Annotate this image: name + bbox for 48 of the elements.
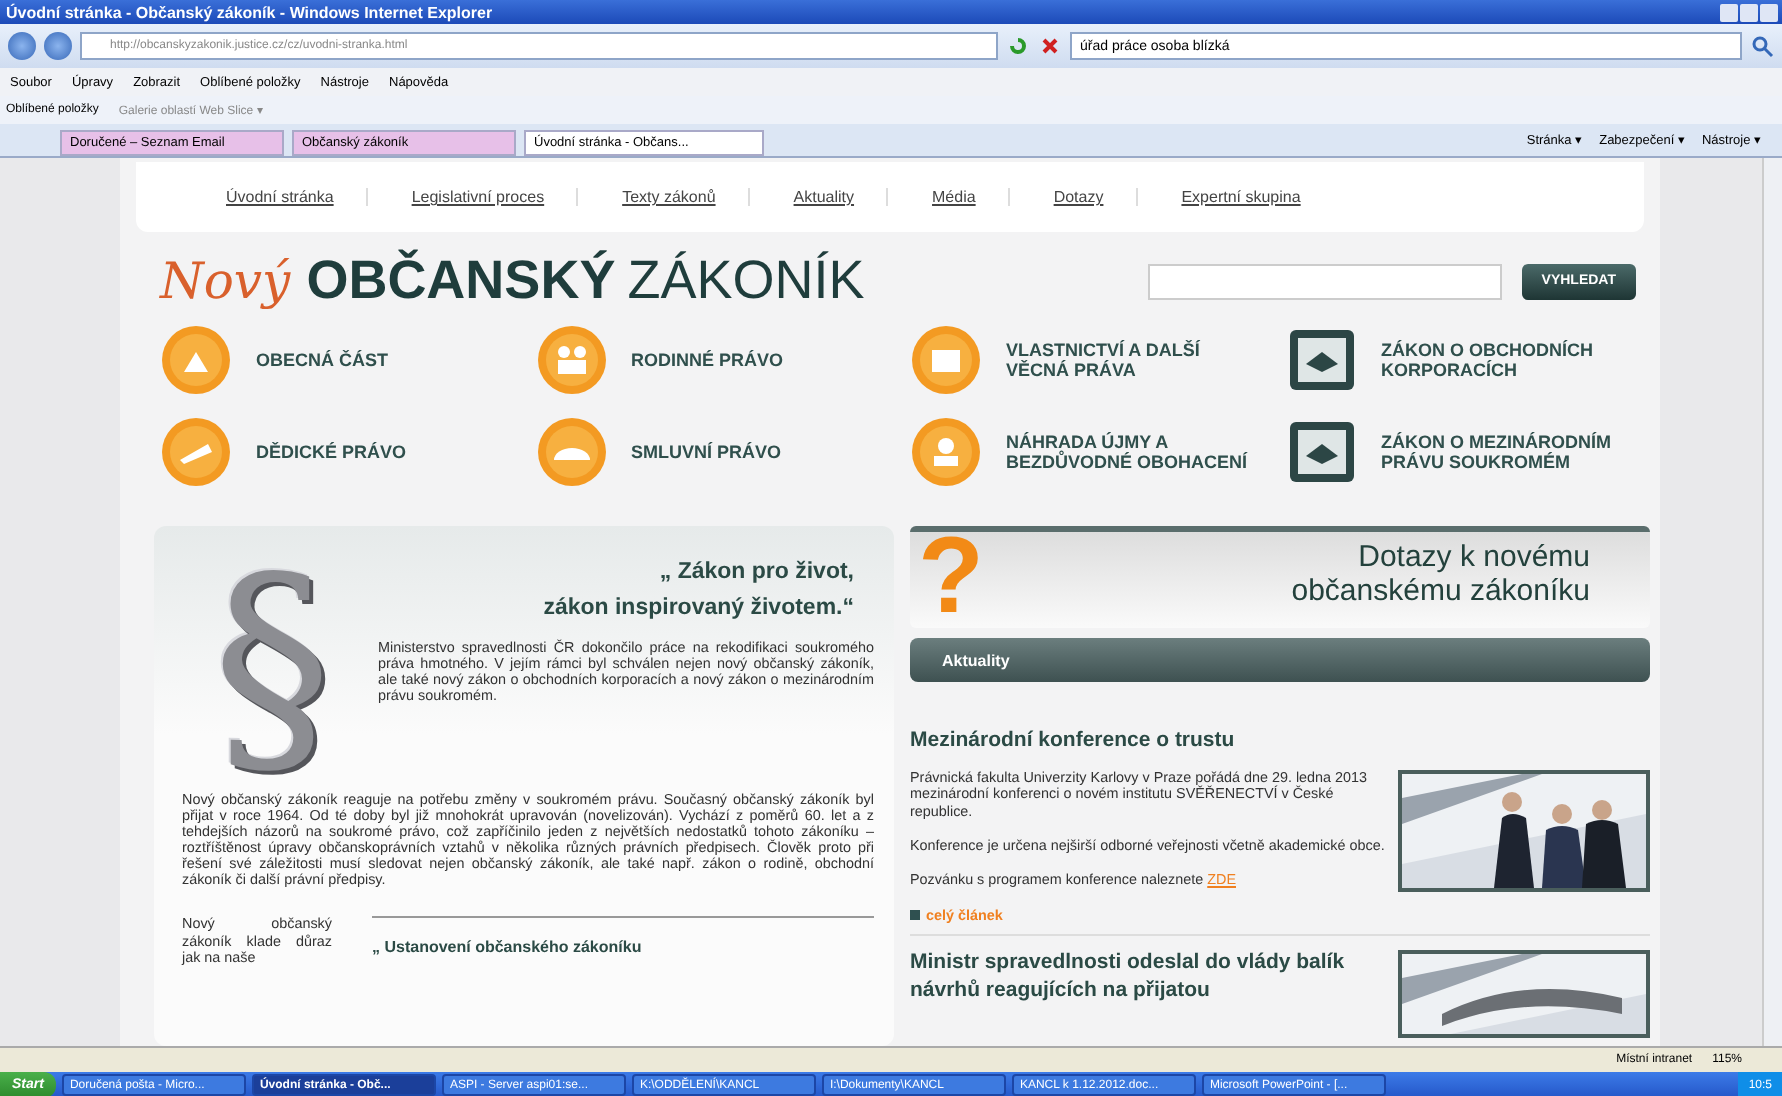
category-link[interactable]: ZÁKON O OBCHODNÍCH KORPORACÍCH bbox=[1381, 339, 1631, 381]
article-title[interactable]: Mezinárodní konference o trustu bbox=[910, 728, 1650, 752]
category-link[interactable]: RODINNÉ PRÁVO bbox=[631, 349, 881, 371]
category-icon[interactable] bbox=[160, 416, 232, 488]
nav-link[interactable]: Dotazy bbox=[1007, 188, 1136, 207]
subheading: „ Ustanovení občanského zákoníku bbox=[372, 916, 874, 967]
quote-line: zákon inspirovaný životem.“ bbox=[541, 594, 854, 625]
close-icon[interactable] bbox=[1038, 34, 1062, 58]
category-icon[interactable] bbox=[910, 324, 982, 396]
category-link[interactable]: SMLUVNÍ PRÁVO bbox=[631, 441, 881, 463]
section-header: Aktuality bbox=[910, 638, 1650, 682]
refresh-icon[interactable] bbox=[1006, 34, 1030, 58]
nav-link[interactable]: Média bbox=[886, 188, 1008, 207]
category-icon[interactable] bbox=[910, 416, 982, 488]
bullet-icon bbox=[910, 910, 920, 921]
nav-link[interactable]: Expertní skupina bbox=[1135, 188, 1333, 207]
nav-link[interactable]: Legislativní proces bbox=[365, 188, 577, 207]
back-button[interactable] bbox=[8, 32, 36, 60]
logo-bold-text: OBČANSKÝ bbox=[306, 250, 616, 313]
nav-link[interactable]: Texty zákonů bbox=[576, 188, 748, 207]
close-button[interactable] bbox=[1760, 3, 1778, 21]
category-square-icon[interactable] bbox=[1285, 324, 1357, 396]
quote-line: „ Zákon pro život, bbox=[657, 558, 854, 588]
category-icon[interactable] bbox=[160, 324, 232, 396]
question-mark: ? bbox=[918, 532, 986, 620]
category-link[interactable]: OBECNÁ ČÁST bbox=[256, 349, 506, 371]
paragraph-emblem: § bbox=[212, 542, 332, 792]
banner-title: Dotazy k novému občanskému zákoníku bbox=[1289, 540, 1590, 609]
article-title[interactable]: Ministr spravedlnosti odeslal do vlády balík návrhů reagujících na přijatou bbox=[910, 950, 1390, 1039]
search-icon[interactable] bbox=[1750, 34, 1774, 58]
search-field[interactable] bbox=[1147, 263, 1502, 300]
minimize-button[interactable] bbox=[1720, 3, 1738, 21]
forward-button[interactable] bbox=[44, 32, 72, 60]
window-title: Úvodní stránka - Občanský zákoník - Windows Internet Explorer bbox=[6, 3, 493, 21]
category-icon[interactable] bbox=[535, 324, 607, 396]
logo-light-text: ZÁKONÍK bbox=[627, 250, 865, 313]
category-link[interactable]: DĚDICKÉ PRÁVO bbox=[256, 441, 506, 463]
nav-link[interactable]: Aktuality bbox=[747, 188, 887, 207]
category-icon[interactable] bbox=[535, 416, 607, 488]
scrollbar[interactable] bbox=[1762, 158, 1782, 1046]
category-link[interactable]: ZÁKON O MEZINÁRODNÍM PRÁVU SOUKROMÉM bbox=[1381, 431, 1631, 473]
logo-script-text: Nový bbox=[160, 252, 291, 311]
category-link[interactable]: VLASTNICTVÍ A DALŠÍ VĚCNÁ PRÁVA bbox=[1006, 339, 1256, 381]
category-square-icon[interactable] bbox=[1285, 416, 1357, 488]
questions-banner[interactable]: ? Dotazy k novému občanskému zákoníku bbox=[910, 526, 1650, 628]
category-link[interactable]: NÁHRADA ÚJMY A BEZDŮVODNÉ OBOHACENÍ bbox=[1006, 431, 1256, 473]
maximize-button[interactable] bbox=[1740, 3, 1758, 21]
nav-link[interactable]: Úvodní stránka bbox=[206, 188, 366, 207]
